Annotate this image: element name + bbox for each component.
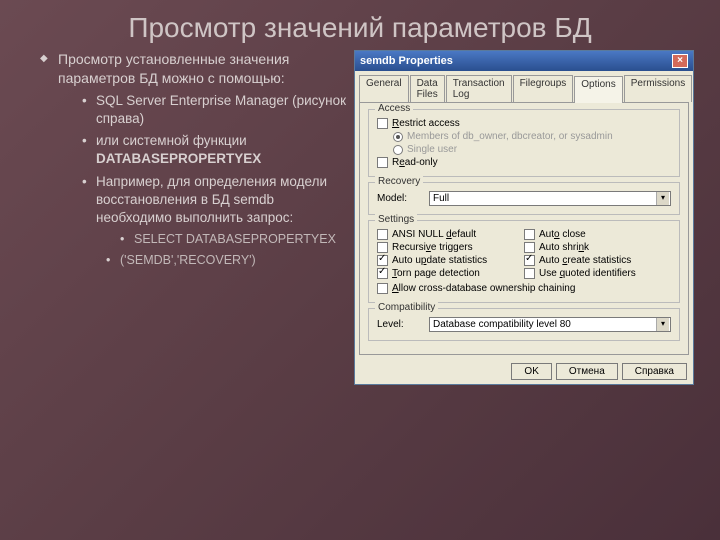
help-button[interactable]: Справка: [622, 363, 687, 380]
label-auto-update: Auto update statistics: [392, 255, 487, 266]
dialog-titlebar[interactable]: semdb Properties ×: [355, 51, 693, 71]
label-allow-cross: Allow cross-database ownership chaining: [392, 283, 575, 294]
label-restrict-access: Restrict access: [392, 118, 460, 129]
checkbox-auto-shrink[interactable]: [524, 242, 535, 253]
tab-options[interactable]: Options: [574, 76, 622, 103]
properties-dialog: semdb Properties × General Data Files Tr…: [354, 50, 694, 385]
label-members: Members of db_owner, dbcreator, or sysad…: [407, 131, 613, 142]
radio-single-user: [393, 145, 403, 155]
label-level: Level:: [377, 319, 423, 330]
checkbox-auto-create[interactable]: [524, 255, 535, 266]
group-recovery-title: Recovery: [375, 176, 423, 187]
checkbox-readonly[interactable]: [377, 157, 388, 168]
label-single-user: Single user: [407, 144, 457, 155]
group-settings-title: Settings: [375, 214, 417, 225]
bullet-code1: SELECT DATABASEPROPERTYEX: [120, 231, 350, 248]
checkbox-recursive[interactable]: [377, 242, 388, 253]
label-auto-shrink: Auto shrink: [539, 242, 589, 253]
label-readonly: Read-only: [392, 157, 438, 168]
group-compat-title: Compatibility: [375, 302, 438, 313]
radio-members: [393, 132, 403, 142]
group-recovery: Recovery Model: Full: [368, 182, 680, 215]
tab-filegroups[interactable]: Filegroups: [513, 75, 574, 102]
group-settings: Settings ANSI NULL default Recursive tri…: [368, 220, 680, 303]
tab-transactionlog[interactable]: Transaction Log: [446, 75, 512, 102]
bullet-main: Просмотр установленные значения параметр…: [58, 51, 289, 86]
group-compat: Compatibility Level: Database compatibil…: [368, 308, 680, 341]
ok-button[interactable]: OK: [511, 363, 551, 380]
tab-permissions[interactable]: Permissions: [624, 75, 692, 102]
close-icon[interactable]: ×: [672, 54, 688, 68]
bullet-sub2-prefix: или системной функции: [96, 133, 247, 148]
label-auto-create: Auto create statistics: [539, 255, 631, 266]
checkbox-ansi-null[interactable]: [377, 229, 388, 240]
bullet-sub2: или системной функции DATABASEPROPERTYEX: [82, 132, 350, 168]
label-torn-page: Torn page detection: [392, 268, 480, 279]
label-ansi-null: ANSI NULL default: [392, 229, 476, 240]
group-access: Access Restrict access Members of db_own…: [368, 109, 680, 177]
group-access-title: Access: [375, 103, 413, 114]
bullet-sub1: SQL Server Enterprise Manager (рисунок с…: [82, 92, 350, 128]
checkbox-restrict-access[interactable]: [377, 118, 388, 129]
bullet-list: Просмотр установленные значения параметр…: [10, 50, 350, 385]
checkbox-torn-page[interactable]: [377, 268, 388, 279]
bullet-sub2-bold: DATABASEPROPERTYEX: [96, 151, 261, 166]
bullet-sub3: Например, для определения модели восстан…: [96, 174, 327, 225]
tab-general[interactable]: General: [359, 75, 409, 102]
dropdown-level[interactable]: Database compatibility level 80: [429, 317, 671, 332]
dropdown-model[interactable]: Full: [429, 191, 671, 206]
checkbox-quoted[interactable]: [524, 268, 535, 279]
label-quoted: Use quoted identifiers: [539, 268, 636, 279]
slide-title: Просмотр значений параметров БД: [0, 0, 720, 50]
label-auto-close: Auto close: [539, 229, 586, 240]
dialog-tabs: General Data Files Transaction Log Fileg…: [355, 71, 693, 102]
dialog-title: semdb Properties: [360, 55, 453, 67]
cancel-button[interactable]: Отмена: [556, 363, 618, 380]
checkbox-auto-close[interactable]: [524, 229, 535, 240]
label-recursive: Recursive triggers: [392, 242, 473, 253]
bullet-code2: ('SEMDB','RECOVERY'): [106, 252, 350, 269]
checkbox-auto-update[interactable]: [377, 255, 388, 266]
label-model: Model:: [377, 193, 423, 204]
tab-datafiles[interactable]: Data Files: [410, 75, 445, 102]
checkbox-allow-cross[interactable]: [377, 283, 388, 294]
